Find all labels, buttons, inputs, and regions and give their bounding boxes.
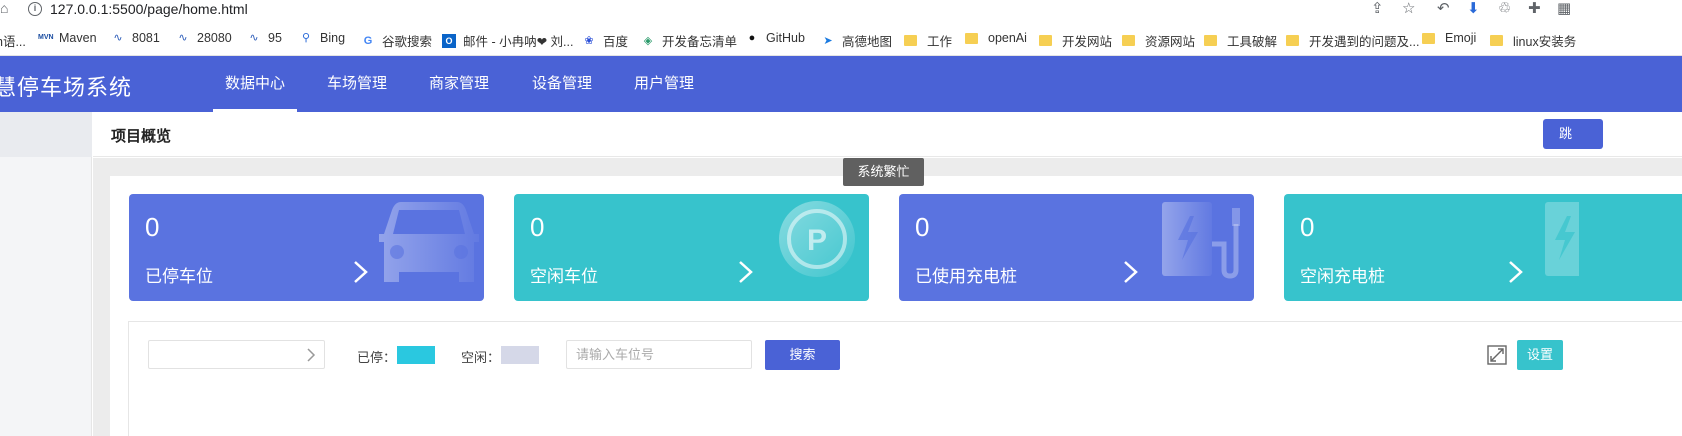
svg-text:P: P — [807, 224, 827, 257]
info-icon[interactable]: i — [28, 2, 42, 16]
app-brand: 慧停车场系统 — [0, 75, 133, 100]
bookmarks-bar: h语... MVNMaven ∿8081 ∿28080 ∿95 ⚲Bing G谷… — [0, 22, 1682, 56]
stat-label: 已使用充电桩 — [915, 267, 1017, 286]
search-button[interactable]: 搜索 — [765, 340, 840, 370]
bookmark-item[interactable]: openAi — [965, 31, 1027, 45]
maven-icon: MVN — [38, 34, 54, 41]
legend-parked-swatch — [397, 346, 435, 364]
nav-merchant-management[interactable]: 商家管理 — [429, 56, 489, 112]
folder-icon — [1422, 32, 1435, 44]
chevron-right-icon — [1124, 261, 1138, 283]
shield-icon: ◈ — [643, 34, 653, 47]
github-icon: ● — [748, 32, 756, 44]
stat-label: 空闲充电桩 — [1300, 267, 1385, 286]
bookmark-item[interactable]: linux安装务 — [1490, 31, 1576, 50]
url-text[interactable]: 127.0.0.1:5500/page/home.html — [50, 0, 248, 18]
baidu-icon: ❀ — [584, 34, 594, 47]
bookmark-item[interactable]: 开发遇到的问题及... — [1286, 31, 1419, 50]
folder-icon — [1490, 35, 1503, 46]
stat-value: 0 — [1300, 212, 1315, 242]
stat-label: 空闲车位 — [530, 267, 598, 286]
wave-icon: ∿ — [178, 32, 188, 44]
bookmark-item[interactable]: O 邮件 - 小冉呐❤ 刘... — [442, 31, 573, 50]
bookmark-item[interactable]: ● GitHub — [745, 31, 805, 45]
stat-card-parked[interactable]: 0 已停车位 — [129, 194, 484, 301]
browser-address-bar: ⌂ i 127.0.0.1:5500/page/home.html ⇪ ☆ ↶ … — [0, 0, 1682, 20]
wave-icon: ∿ — [249, 32, 259, 44]
bookmark-item[interactable]: ⚲ Bing — [299, 31, 345, 45]
bookmark-item[interactable]: ◈ 开发备忘清单 — [641, 31, 737, 50]
lot-select[interactable] — [148, 340, 325, 369]
parking-icon: P — [779, 201, 855, 277]
folder-icon — [1286, 35, 1299, 46]
legend-parked-label: 已停： — [357, 350, 397, 365]
chevron-right-icon — [739, 261, 753, 283]
busy-tooltip: 系统繁忙 — [843, 158, 924, 186]
sidebar-item-active[interactable] — [0, 112, 92, 157]
chevron-right-icon — [307, 348, 316, 362]
bookmark-item[interactable]: ∿ 95 — [247, 31, 282, 45]
legend-free-label: 空闲： — [461, 350, 501, 365]
share-icon[interactable]: ⇪ — [1371, 0, 1384, 18]
recycle-icon[interactable]: ♲ — [1498, 0, 1511, 18]
bookmark-item[interactable]: 开发网站 — [1039, 31, 1112, 50]
stat-card-charger-free[interactable]: 0 空闲充电桩 — [1284, 194, 1682, 301]
google-icon: G — [363, 34, 373, 47]
stat-label: 已停车位 — [145, 267, 213, 286]
chevron-right-icon — [354, 261, 368, 283]
stat-value: 0 — [145, 212, 160, 242]
filter-panel — [128, 321, 1682, 436]
bookmark-item[interactable]: ∿ 28080 — [176, 31, 231, 45]
bookmark-item[interactable]: 资源网站 — [1122, 31, 1195, 50]
app-header: 慧停车场系统 数据中心 车场管理 商家管理 设备管理 用户管理 — [0, 56, 1682, 112]
folder-icon — [1204, 35, 1217, 46]
bookmark-item[interactable]: G 谷歌搜索 — [361, 31, 432, 50]
nav-device-management[interactable]: 设备管理 — [532, 56, 592, 112]
nav-lot-management[interactable]: 车场管理 — [327, 56, 387, 112]
bookmark-item[interactable]: ➤ 高德地图 — [821, 31, 892, 50]
bookmark-item[interactable]: ❀ 百度 — [582, 31, 628, 50]
download-icon[interactable]: ⬇ — [1467, 0, 1480, 18]
chevron-right-icon — [1509, 261, 1523, 283]
fullscreen-icon[interactable] — [1487, 345, 1507, 365]
nav-data-center[interactable]: 数据中心 — [212, 56, 298, 112]
folder-icon — [965, 32, 978, 44]
map-icon: ➤ — [823, 34, 833, 47]
jump-button[interactable]: 跳 — [1543, 119, 1603, 149]
stat-card-charger-used[interactable]: 0 已使用充电桩 — [899, 194, 1254, 301]
search-icon: ⚲ — [301, 32, 311, 44]
star-icon[interactable]: ☆ — [1402, 0, 1415, 18]
bookmark-item[interactable]: MVN Maven — [38, 31, 97, 45]
extension-undo-icon[interactable]: ↶ — [1437, 0, 1450, 18]
folder-icon — [904, 35, 917, 46]
folder-icon — [1039, 35, 1052, 46]
sub-header: 项目概览 跳 — [93, 112, 1682, 157]
home-icon[interactable]: ⌂ — [0, 0, 8, 16]
charger-icon — [1162, 202, 1240, 279]
sidebar — [0, 112, 92, 436]
stat-value: 0 — [530, 212, 545, 242]
nav-user-management[interactable]: 用户管理 — [634, 56, 694, 112]
stat-card-free[interactable]: 0 空闲车位 P — [514, 194, 869, 301]
puzzle-icon[interactable]: ✚ — [1528, 0, 1541, 18]
spot-number-input[interactable] — [566, 340, 752, 369]
bookmark-item[interactable]: h语... — [0, 31, 26, 50]
charger-icon — [1545, 202, 1579, 276]
wave-icon: ∿ — [113, 32, 123, 44]
car-icon — [379, 202, 479, 282]
bookmark-item[interactable]: 工具破解 — [1204, 31, 1277, 50]
legend-free-swatch — [501, 346, 539, 364]
settings-button[interactable]: 设置 — [1517, 340, 1563, 370]
bookmark-item[interactable]: ∿ 8081 — [111, 31, 159, 45]
folder-icon — [1122, 35, 1135, 46]
stat-value: 0 — [915, 212, 930, 242]
page-title: 项目概览 — [111, 128, 172, 145]
bookmark-item[interactable]: 工作 — [904, 31, 952, 50]
extension-icon[interactable]: ▦ — [1557, 0, 1571, 18]
bookmark-item[interactable]: Emoji — [1422, 31, 1476, 45]
outlook-icon: O — [442, 33, 456, 48]
